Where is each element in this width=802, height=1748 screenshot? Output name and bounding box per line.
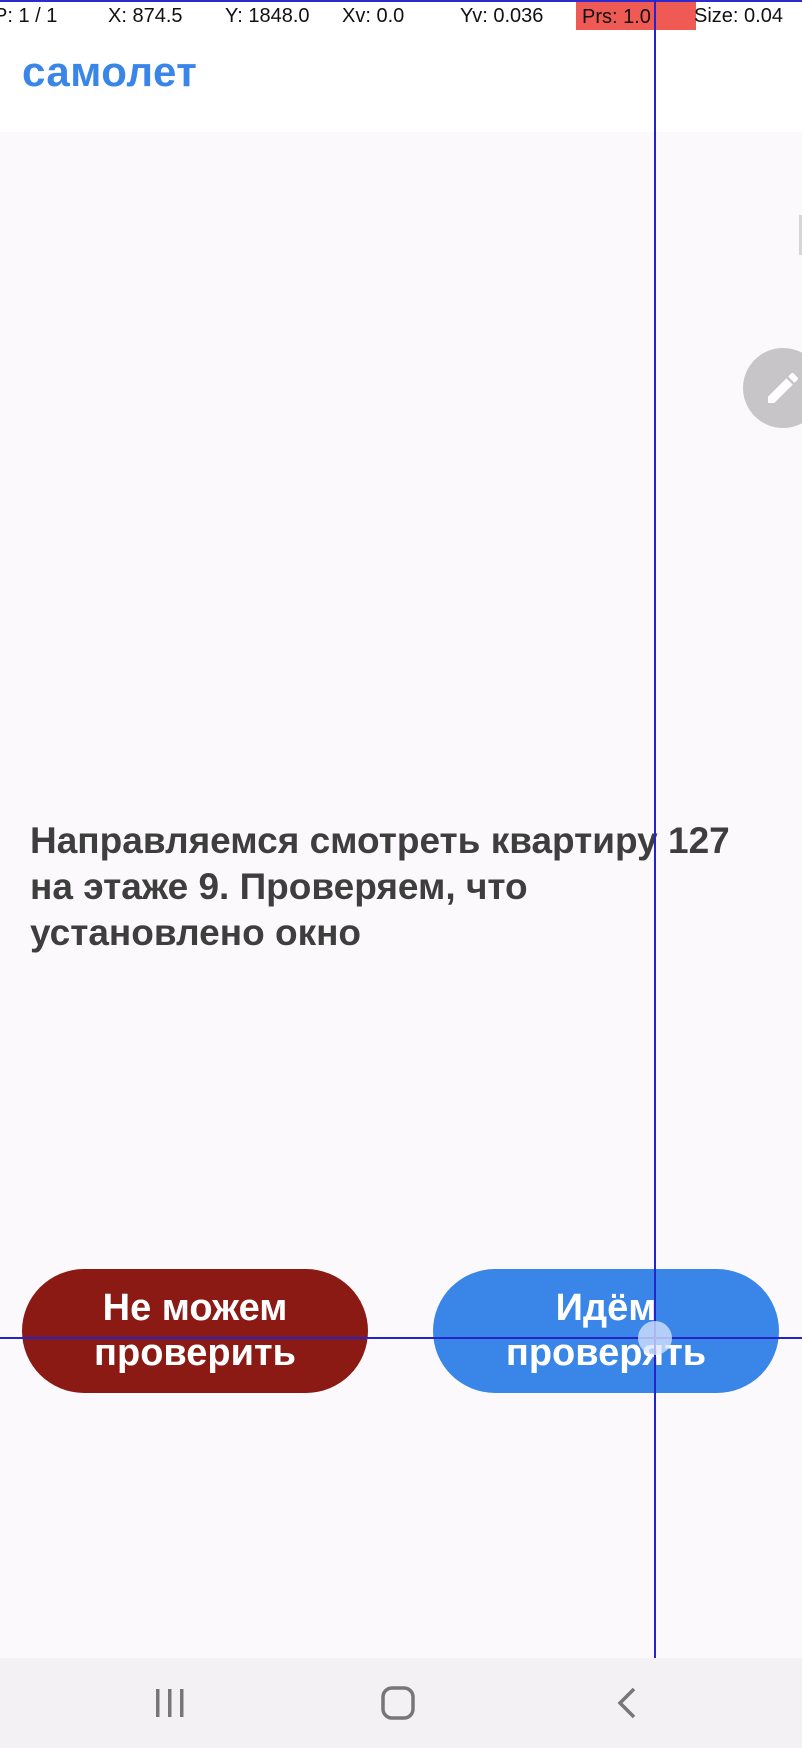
debug-xv: Xv: 0.0 bbox=[342, 5, 405, 27]
recent-apps-icon bbox=[156, 1689, 184, 1717]
home-icon bbox=[381, 1686, 415, 1720]
pencil-icon bbox=[768, 372, 799, 403]
task-message: Направляемся смотреть квартиру 127 на эт… bbox=[30, 820, 730, 953]
touch-point bbox=[638, 1321, 672, 1355]
edit-fab-button[interactable] bbox=[743, 348, 802, 428]
go-check-button[interactable]: Идём проверять bbox=[433, 1269, 779, 1393]
debug-pointer: P: 1 / 1 bbox=[0, 5, 58, 27]
debug-size: Size: 0.04 bbox=[694, 5, 783, 27]
pointer-debug-bar: P: 1 / 1 X: 874.5 Y: 1848.0 Xv: 0.0 Yv: … bbox=[0, 0, 802, 32]
debug-x: X: 874.5 bbox=[108, 5, 183, 27]
debug-yv: Yv: 0.036 bbox=[460, 5, 544, 27]
system-nav-bar bbox=[0, 1658, 802, 1748]
touch-crosshair-horizontal bbox=[0, 1337, 802, 1339]
touch-crosshair-vertical bbox=[654, 0, 656, 1748]
debug-y: Y: 1848.0 bbox=[225, 5, 310, 27]
debug-prs: Prs: 1.0 bbox=[576, 2, 657, 30]
back-icon bbox=[617, 1687, 636, 1719]
back-button[interactable] bbox=[588, 1658, 668, 1748]
home-button[interactable] bbox=[358, 1658, 438, 1748]
app-title: самолет bbox=[22, 48, 198, 95]
cannot-check-button[interactable]: Не можем проверить bbox=[22, 1269, 368, 1393]
debug-prs-highlight bbox=[652, 2, 696, 30]
recent-apps-button[interactable] bbox=[130, 1658, 210, 1748]
app-header: самолет bbox=[0, 30, 802, 132]
